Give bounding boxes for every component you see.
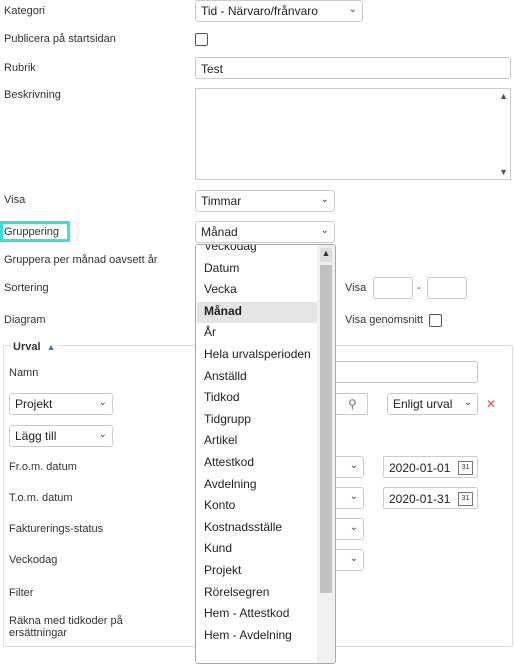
scroll-up-icon[interactable]: ▲: [499, 91, 508, 101]
visa-genomsnitt-label: Visa genomsnitt: [345, 314, 424, 326]
chevron-down-icon: ⌄: [349, 491, 358, 502]
publicera-label: Publicera på startsidan: [4, 33, 116, 45]
chevron-down-icon: ⌄: [320, 225, 329, 236]
dropdown-option[interactable]: Kund: [204, 541, 232, 555]
sortering-to-input[interactable]: [427, 277, 467, 299]
dropdown-option[interactable]: Attestkod: [204, 455, 254, 469]
chevron-down-icon: ⌄: [98, 429, 107, 440]
chevron-down-icon: ⌄: [348, 4, 357, 15]
dropdown-option[interactable]: Kostnadsställe: [204, 520, 282, 534]
visa-genomsnitt-checkbox[interactable]: [429, 314, 442, 327]
dropdown-option[interactable]: Datum: [204, 261, 239, 275]
chevron-down-icon: ⌄: [320, 194, 329, 205]
from-label: Fr.o.m. datum: [9, 461, 77, 473]
chevron-down-icon: ⌄: [349, 522, 358, 533]
kategori-label: Kategori: [4, 5, 45, 17]
tom-label: T.o.m. datum: [9, 492, 73, 504]
rubrik-label: Rubrik: [4, 62, 36, 74]
tom-date-value: 2020-01-31: [389, 492, 451, 506]
rakna-label-line2: ersättningar: [9, 627, 68, 639]
gruppera-manad-label: Gruppera per månad oavsett år: [4, 254, 158, 266]
calendar-icon[interactable]: 31: [458, 492, 473, 506]
chevron-down-icon: ⌄: [98, 397, 107, 408]
kategori-value: Tid - Närvaro/frånvaro: [201, 4, 318, 18]
gruppering-dropdown-list[interactable]: Veckodag Datum Vecka Månad År Hela urvalsperi…: [195, 244, 336, 664]
projekt-value: Projekt: [15, 397, 53, 411]
sortering-visa-label: Visa: [345, 282, 367, 294]
urval-title[interactable]: Urval ▲: [11, 341, 58, 353]
dropdown-option[interactable]: Avdelning: [204, 477, 257, 491]
sortering-from-input[interactable]: [373, 277, 413, 299]
chevron-down-icon: ⌄: [349, 553, 358, 564]
calendar-icon[interactable]: 31: [458, 461, 473, 475]
dropdown-option[interactable]: Artikel: [204, 433, 237, 447]
sortering-label: Sortering: [4, 282, 49, 294]
tom-date-input[interactable]: 2020-01-31 31: [383, 487, 478, 509]
dropdown-option[interactable]: Hem - Attestkod: [204, 606, 289, 620]
search-icon[interactable]: ⚲: [348, 397, 357, 411]
dropdown-option[interactable]: Hem - Avdelning: [204, 628, 292, 642]
dropdown-option[interactable]: Projekt: [204, 563, 241, 577]
dropdown-scrollbar[interactable]: ▲: [317, 245, 335, 663]
visa-value: Timmar: [201, 194, 242, 208]
sortering-dash: -: [417, 282, 421, 294]
rakna-label: Räkna med tidkoder på ersättningar: [9, 615, 123, 639]
visa-select[interactable]: Timmar ⌄: [195, 190, 335, 212]
from-date-value: 2020-01-01: [389, 461, 451, 475]
lagg-till-value: Lägg till: [15, 429, 57, 443]
gruppering-label: Gruppering: [4, 226, 60, 238]
scroll-up-icon[interactable]: ▲: [320, 248, 332, 262]
scroll-down-icon[interactable]: ▼: [499, 167, 508, 177]
dropdown-option[interactable]: Tidkod: [204, 390, 240, 404]
enligt-urval-value: Enligt urval: [393, 397, 453, 411]
gruppering-highlight: Gruppering: [0, 221, 70, 242]
visa-label: Visa: [4, 194, 26, 206]
gruppering-value: Månad: [201, 225, 238, 239]
namn-input[interactable]: [320, 361, 478, 383]
fakt-label: Fakturerings-status: [9, 523, 104, 535]
dropdown-option[interactable]: Tidgrupp: [204, 412, 251, 426]
from-date-input[interactable]: 2020-01-01 31: [383, 456, 478, 478]
dropdown-option[interactable]: Rörelsegren: [204, 585, 269, 599]
lagg-till-select[interactable]: Lägg till ⌄: [9, 425, 113, 447]
scrollbar-thumb[interactable]: [320, 265, 332, 593]
dropdown-option[interactable]: Konto: [204, 498, 235, 512]
projekt-select[interactable]: Projekt ⌄: [9, 393, 113, 415]
rubrik-input[interactable]: Test: [195, 57, 511, 79]
gruppering-select[interactable]: Månad ⌄: [195, 221, 335, 243]
enligt-urval-select[interactable]: Enligt urval ⌄: [387, 393, 478, 415]
dropdown-option[interactable]: Hela urvalsperioden: [204, 347, 311, 361]
dropdown-option[interactable]: År: [204, 325, 216, 339]
dropdown-option[interactable]: Vecka: [204, 282, 237, 296]
publicera-checkbox[interactable]: [195, 33, 208, 46]
urval-title-text: Urval: [13, 341, 41, 353]
filter-label: Filter: [9, 587, 34, 599]
kategori-select[interactable]: Tid - Närvaro/frånvaro ⌄: [195, 0, 363, 22]
remove-icon[interactable]: ✕: [486, 397, 496, 411]
dropdown-option[interactable]: Veckodag: [204, 245, 257, 253]
chevron-down-icon: ⌄: [463, 397, 472, 408]
dropdown-option[interactable]: Månad: [204, 304, 242, 318]
namn-label: Namn: [9, 367, 39, 379]
rakna-label-line1: Räkna med tidkoder på: [9, 615, 123, 627]
veckodag-label: Veckodag: [9, 554, 58, 566]
diagram-label: Diagram: [4, 314, 46, 326]
beskrivning-textarea[interactable]: ▲ ▼: [195, 88, 511, 180]
chevron-down-icon: ⌄: [349, 460, 358, 471]
beskrivning-label: Beskrivning: [4, 89, 61, 101]
dropdown-option[interactable]: Anställd: [204, 369, 247, 383]
chevron-up-icon[interactable]: ▲: [47, 342, 56, 352]
